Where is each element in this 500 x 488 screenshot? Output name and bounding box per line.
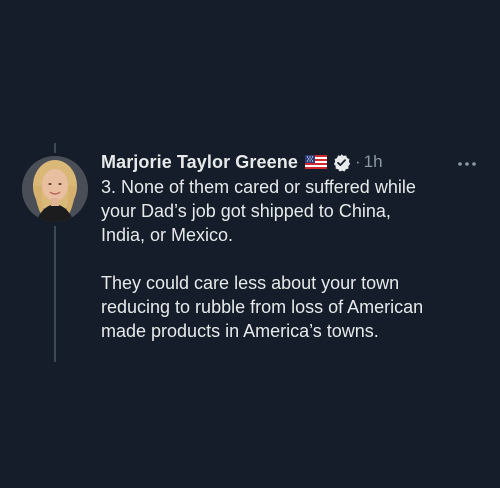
tweet-line: They could care less about your town [101, 273, 400, 293]
tweet-text: 3. None of them cared or suffered while … [101, 175, 491, 343]
separator-dot: · [354, 152, 361, 171]
verified-badge-icon[interactable] [332, 153, 351, 172]
tweet[interactable]: Marjorie Taylor Greene · 1h 3. None of t… [0, 0, 500, 488]
avatar-image [22, 156, 88, 222]
thread-connector-top [54, 143, 56, 153]
tweet-paragraph-1: 3. None of them cared or suffered while … [101, 175, 491, 247]
tweet-line: reducing to rubble from loss of American [101, 297, 424, 317]
tweet-line: India, or Mexico. [101, 225, 234, 245]
avatar[interactable] [22, 156, 88, 222]
more-horizontal-icon[interactable] [456, 156, 478, 166]
tweet-timestamp[interactable]: 1h [364, 152, 383, 172]
us-flag-icon [304, 155, 327, 169]
tweet-line: made products in America’s towns. [101, 321, 379, 341]
tweet-paragraph-2: They could care less about your town red… [101, 271, 491, 343]
tweet-line: 3. None of them cared or suffered while [101, 177, 416, 197]
author-display-name[interactable]: Marjorie Taylor Greene [101, 152, 298, 173]
tweet-line: your Dad’s job got shipped to China, [101, 201, 391, 221]
thread-connector [54, 226, 56, 362]
tweet-header: Marjorie Taylor Greene · 1h [101, 149, 383, 175]
